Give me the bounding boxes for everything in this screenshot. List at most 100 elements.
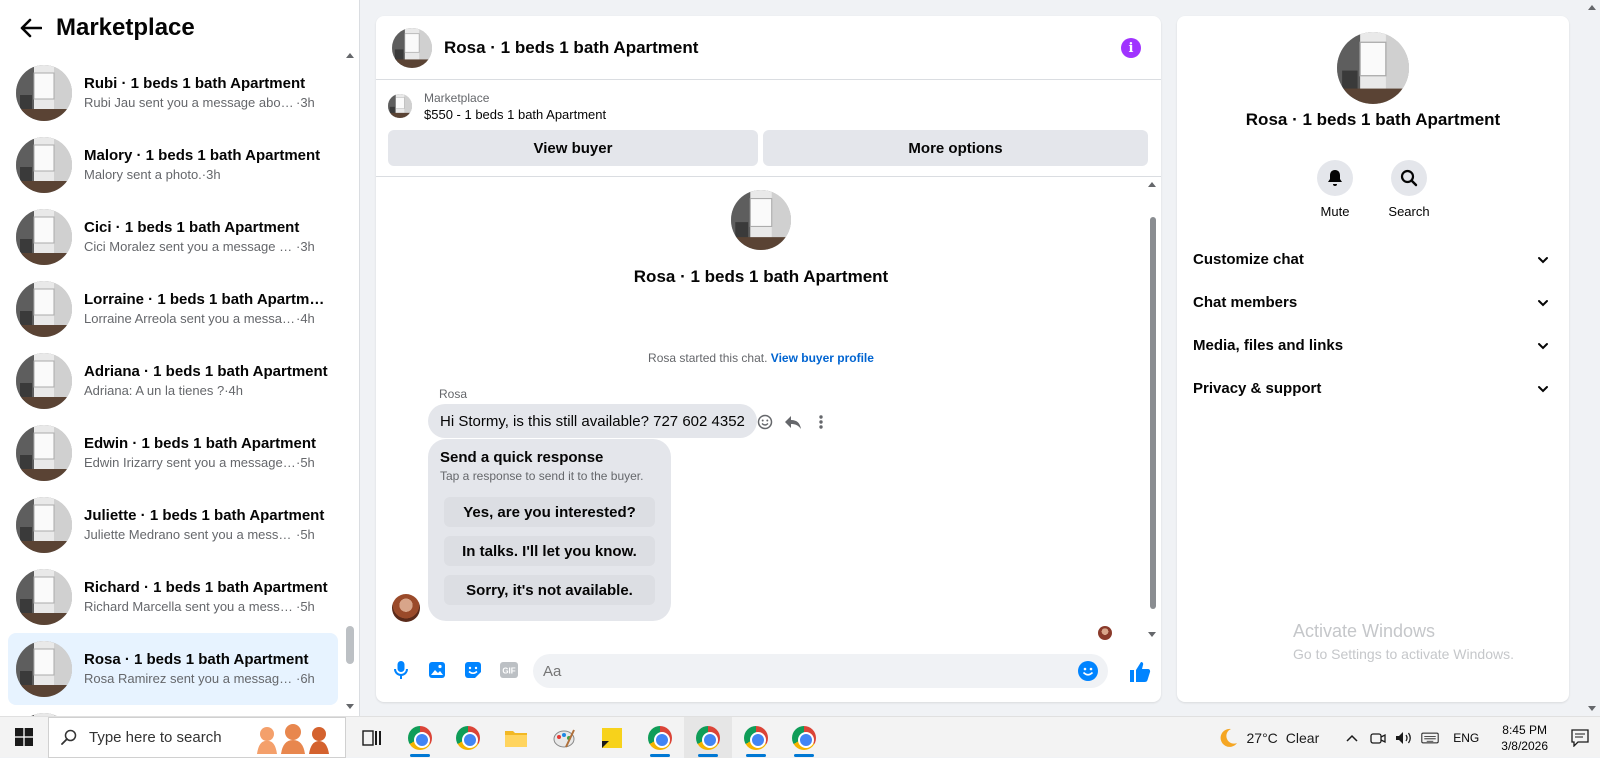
photo-icon[interactable]	[426, 659, 448, 681]
view-buyer-profile-link[interactable]: View buyer profile	[771, 351, 874, 365]
conversation-title: Adriana · 1 beds 1 bath Apartment	[84, 363, 328, 380]
clock[interactable]: 8:45 PM 3/8/2026	[1501, 722, 1548, 754]
page-scrollbar[interactable]	[1586, 0, 1600, 716]
windows-start-icon[interactable]	[0, 717, 48, 758]
sticky-notes-icon[interactable]	[588, 717, 636, 758]
conversation-time: ·5h	[296, 527, 315, 542]
paint-icon[interactable]	[540, 717, 588, 758]
conversation-list: Rubi · 1 beds 1 bath Apartment Rubi Jau …	[8, 57, 338, 716]
listing-thumbnail	[16, 137, 72, 193]
section-label: Chat members	[1193, 294, 1298, 311]
sidebar-header: Marketplace	[0, 0, 358, 56]
volume-icon[interactable]	[1395, 729, 1413, 747]
back-arrow-icon[interactable]	[18, 15, 44, 41]
file-explorer-icon[interactable]	[492, 717, 540, 758]
chrome-profile-2-icon[interactable]	[732, 717, 780, 758]
search-highlight-illustration	[257, 723, 329, 754]
chrome-icon[interactable]	[444, 717, 492, 758]
message-input[interactable]	[533, 654, 1053, 688]
section-privacy-support[interactable]: Privacy & support	[1193, 367, 1553, 410]
conversation-item[interactable]: Edwin · 1 beds 1 bath Apartment Edwin Ir…	[8, 417, 338, 489]
details-sections: Customize chat Chat members Media, files…	[1193, 238, 1553, 410]
section-customize-chat[interactable]: Customize chat	[1193, 238, 1553, 281]
microphone-icon[interactable]	[390, 659, 412, 681]
conversation-time: ·5h	[296, 599, 315, 614]
chrome-messenger-icon[interactable]	[396, 717, 444, 758]
conversation-item[interactable]: Juliette · 1 beds 1 bath Apartment Julie…	[8, 489, 338, 561]
chat-avatar[interactable]	[392, 27, 432, 68]
gif-icon[interactable]: GIF	[498, 659, 520, 681]
chevron-down-icon	[1538, 385, 1548, 392]
sender-name: Rosa	[439, 387, 468, 401]
listing-thumbnail	[16, 281, 72, 337]
scroll-down-icon[interactable]	[346, 704, 354, 709]
sticker-icon[interactable]	[462, 659, 484, 681]
conversation-item-partial[interactable]	[8, 705, 338, 716]
weather-temp: 27°C	[1246, 729, 1278, 746]
chrome-profile-active-icon[interactable]	[684, 717, 732, 758]
listing-summary[interactable]: Marketplace $550 - 1 beds 1 bath Apartme…	[388, 88, 1148, 124]
conversation-item[interactable]: Malory · 1 beds 1 bath Apartment Malory …	[8, 129, 338, 201]
view-buyer-button[interactable]: View buyer	[388, 130, 758, 166]
conversation-item-active[interactable]: Rosa · 1 beds 1 bath Apartment Rosa Rami…	[8, 633, 338, 705]
chevron-down-icon	[1538, 299, 1548, 306]
taskbar-search[interactable]: Type here to search	[48, 716, 346, 758]
message-bubble[interactable]: Hi Stormy, is this still available? 727 …	[428, 404, 757, 438]
chrome-profile-icon[interactable]	[636, 717, 684, 758]
more-options-button[interactable]: More options	[763, 130, 1148, 166]
thumbs-up-icon[interactable]	[1128, 660, 1152, 684]
chrome-profile-3-icon[interactable]	[780, 717, 828, 758]
input-language[interactable]: ENG	[1453, 731, 1479, 745]
chevron-down-icon	[1538, 342, 1548, 349]
conversation-snippet: Rosa Ramirez sent you a message a...	[84, 671, 296, 686]
webcam-icon[interactable]	[1369, 729, 1387, 747]
scroll-up-icon[interactable]	[346, 53, 354, 58]
scroll-up-icon[interactable]	[1588, 5, 1596, 10]
section-chat-members[interactable]: Chat members	[1193, 281, 1553, 324]
conversation-item[interactable]: Richard · 1 beds 1 bath Apartment Richar…	[8, 561, 338, 633]
sidebar-scrollbar[interactable]	[344, 48, 356, 714]
weather-widget[interactable]: 27°C Clear	[1217, 727, 1319, 749]
scrollbar-thumb[interactable]	[1150, 217, 1156, 609]
listing-thumbnail	[16, 209, 72, 265]
scroll-down-icon[interactable]	[1148, 632, 1156, 637]
intro-avatar	[731, 190, 791, 250]
mute-button[interactable]: Mute	[1315, 160, 1355, 219]
conversation-item[interactable]: Lorraine · 1 beds 1 bath Apartme... Lorr…	[8, 273, 338, 345]
section-media-files-links[interactable]: Media, files and links	[1193, 324, 1553, 367]
quick-reply-yes-button[interactable]: Yes, are you interested?	[444, 497, 655, 527]
search-icon	[61, 729, 77, 745]
chat-title[interactable]: Rosa · 1 beds 1 bath Apartment	[444, 38, 698, 58]
scrollbar-thumb[interactable]	[346, 626, 354, 664]
react-emoji-icon[interactable]	[756, 413, 774, 431]
quick-reply-in-talks-button[interactable]: In talks. I'll let you know.	[444, 536, 655, 566]
taskbar-apps	[348, 717, 828, 758]
message-composer: GIF	[376, 642, 1161, 698]
info-icon[interactable]: i	[1121, 38, 1141, 58]
chat-started-text: Rosa started this chat.	[648, 351, 768, 365]
conversation-item[interactable]: Cici · 1 beds 1 bath Apartment Cici Mora…	[8, 201, 338, 273]
sidebar-title: Marketplace	[56, 14, 195, 41]
details-avatar[interactable]	[1337, 32, 1409, 104]
notification-center-icon[interactable]	[1560, 717, 1600, 758]
scroll-up-icon[interactable]	[1148, 182, 1156, 187]
chevron-up-icon[interactable]	[1343, 729, 1361, 747]
mute-label: Mute	[1320, 204, 1350, 219]
listing-thumbnail	[388, 94, 412, 118]
quick-reply-not-available-button[interactable]: Sorry, it's not available.	[444, 575, 655, 605]
search-button[interactable]: Search	[1388, 160, 1430, 219]
emoji-picker-icon[interactable]	[1078, 661, 1098, 681]
messenger-app: Marketplace Rubi · 1 beds 1 bath Apartme…	[0, 0, 1600, 716]
conversation-item[interactable]: Adriana · 1 beds 1 bath Apartment Adrian…	[8, 345, 338, 417]
more-vertical-icon[interactable]	[812, 413, 830, 431]
scroll-down-icon[interactable]	[1588, 706, 1596, 711]
conversation-title: Malory · 1 beds 1 bath Apartment	[84, 147, 321, 164]
conversation-item[interactable]: Rubi · 1 beds 1 bath Apartment Rubi Jau …	[8, 57, 338, 129]
conversation-snippet: Lorraine Arreola sent you a messag...	[84, 311, 296, 326]
message-tools	[756, 413, 830, 431]
conversation-time: ·4h	[296, 311, 315, 326]
reply-icon[interactable]	[784, 413, 802, 431]
chat-scrollbar[interactable]	[1146, 177, 1160, 642]
task-view-icon[interactable]	[348, 717, 396, 758]
keyboard-icon[interactable]	[1421, 729, 1439, 747]
